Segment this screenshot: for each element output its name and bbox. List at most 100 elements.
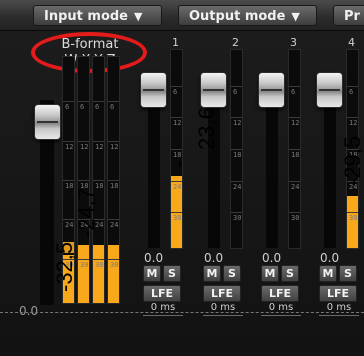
output-2-meter: 6 12 18 24 30 (230, 49, 243, 249)
output-3-delay[interactable]: 0 ms (261, 301, 301, 316)
meter-tick (93, 101, 104, 102)
meter-scale-label: 12 (291, 119, 300, 127)
meter-x: 6 12 18 24 30 (77, 56, 90, 304)
meter-scale-label: 6 (349, 88, 354, 96)
output-4-value: 0.0 (320, 251, 340, 265)
meter-tick (108, 141, 119, 142)
output-2-solo-button[interactable]: S (223, 265, 241, 282)
meter-scale-label: 24 (110, 221, 119, 229)
meter-scale-label: 18 (173, 151, 182, 159)
meter-scale-label: 6 (95, 103, 100, 111)
output-2-delay[interactable]: 0 ms (203, 301, 243, 316)
meter-tick (347, 86, 358, 87)
meter-tick (289, 86, 300, 87)
overlay-label-e: -29,5 (340, 135, 364, 186)
meter-scale-label: 12 (110, 143, 119, 151)
input-fader-value: 0.0 (19, 304, 39, 318)
output-4-mute-button[interactable]: M (319, 265, 337, 282)
output-4-lfe-button[interactable]: LFE (319, 285, 357, 302)
output-mode-dropdown[interactable]: Output mode ▼ (178, 5, 317, 26)
meter-tick (108, 180, 119, 181)
meter-tick (78, 141, 89, 142)
output-3-meter: 6 12 18 24 30 (288, 49, 301, 249)
output-3-fader-knob[interactable] (258, 72, 285, 108)
meter-scale-label: 30 (291, 214, 300, 222)
output-1-delay[interactable]: 0 ms (143, 301, 183, 316)
meter-tick (93, 180, 104, 181)
meter-tick (93, 141, 104, 142)
output-2-lfe-button[interactable]: LFE (203, 285, 241, 302)
meter-tick (171, 212, 182, 213)
output-3-number: 3 (290, 36, 297, 49)
meter-tick (63, 141, 74, 142)
meter-tick (63, 101, 74, 102)
meter-tick (63, 219, 74, 220)
meter-scale-label: 6 (110, 103, 115, 111)
meter-scale-label: 6 (233, 88, 238, 96)
output-3-solo-button[interactable]: S (281, 265, 299, 282)
output-4-solo-button[interactable]: S (339, 265, 357, 282)
output-3-lfe-button[interactable]: LFE (261, 285, 299, 302)
meter-tick (78, 180, 89, 181)
meter-scale-label: 12 (349, 119, 358, 127)
meter-scale-label: 30 (95, 261, 104, 269)
meter-tick (93, 259, 104, 260)
output-2-number: 2 (232, 36, 239, 49)
meter-tick (108, 219, 119, 220)
chevron-down-icon: ▼ (291, 10, 300, 23)
meter-scale-label: 24 (233, 183, 242, 191)
output-1-lfe-button[interactable]: LFE (143, 285, 181, 302)
meter-tick (289, 181, 300, 182)
meter-scale-label: 18 (110, 182, 119, 190)
meter-scale-label: 12 (233, 119, 242, 127)
output-1-value: 0.0 (144, 251, 164, 265)
output-2-value: 0.0 (204, 251, 224, 265)
meter-scale-label: 24 (291, 183, 300, 191)
overlay-label-b: -24,7 (74, 187, 99, 238)
input-mode-dropdown[interactable]: Input mode ▼ (33, 5, 162, 26)
meter-tick (289, 212, 300, 213)
meter-scale-label: 12 (65, 143, 74, 151)
overlay-label-a: -32,5 (52, 241, 77, 292)
output-1-meter: 6 12 18 24 30 (170, 49, 183, 249)
meter-scale-label: 6 (65, 103, 70, 111)
meter-tick (171, 117, 182, 118)
meter-tick (171, 181, 182, 182)
meter-scale-label: 6 (173, 88, 178, 96)
overlay-label-c: 23,6 (194, 107, 219, 150)
meter-tick (347, 117, 358, 118)
meter-y: 6 12 18 24 30 (92, 56, 105, 304)
bottom-divider (0, 312, 364, 313)
meter-scale-label: 12 (173, 119, 182, 127)
meter-scale-label: 12 (95, 143, 104, 151)
input-mode-label: Input mode (44, 9, 128, 24)
output-1-solo-button[interactable]: S (163, 265, 181, 282)
output-4-number: 4 (348, 36, 355, 49)
meter-tick (289, 149, 300, 150)
meter-tick (171, 86, 182, 87)
meter-scale-label: 12 (80, 143, 89, 151)
meter-scale-label: 6 (291, 88, 296, 96)
output-4-fader-knob[interactable] (316, 72, 343, 108)
input-fader-knob[interactable] (34, 104, 61, 140)
meter-tick (231, 86, 242, 87)
meter-scale-label: 30 (349, 214, 358, 222)
meter-scale-label: 18 (291, 151, 300, 159)
output-1-mute-button[interactable]: M (143, 265, 161, 282)
meter-tick (231, 149, 242, 150)
output-2-mute-button[interactable]: M (203, 265, 221, 282)
meter-tick (231, 212, 242, 213)
preset-dropdown[interactable]: Pr (333, 5, 364, 26)
meter-scale-label: 18 (233, 151, 242, 159)
output-1-fader-knob[interactable] (140, 72, 167, 108)
output-1-number: 1 (172, 36, 179, 49)
mode-toolbar: Input mode ▼ Output mode ▼ Pr (0, 0, 364, 31)
output-4-delay[interactable]: 0 ms (319, 301, 359, 316)
output-2-fader-knob[interactable] (200, 72, 227, 108)
meter-scale-label: 24 (65, 221, 74, 229)
meter-scale-label: 30 (233, 214, 242, 222)
overlay-label-d: - (166, 160, 191, 168)
meter-tick (231, 181, 242, 182)
meter-tick (171, 149, 182, 150)
output-3-mute-button[interactable]: M (261, 265, 279, 282)
